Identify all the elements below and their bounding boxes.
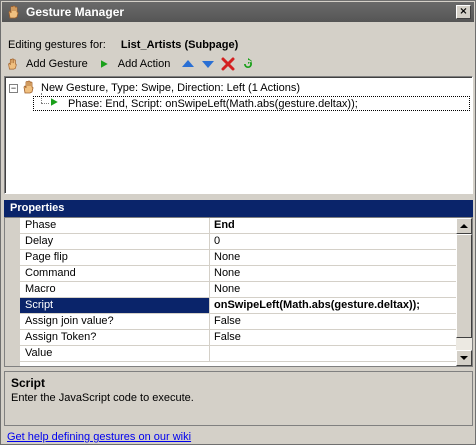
add-action-button[interactable]: Add Action bbox=[98, 56, 171, 72]
chevron-down-icon bbox=[460, 356, 468, 360]
property-value[interactable]: None bbox=[210, 266, 457, 281]
property-row-delay[interactable]: Delay 0 bbox=[20, 234, 457, 250]
property-name: Delay bbox=[20, 234, 210, 249]
property-row-assign-token[interactable]: Assign Token? False bbox=[20, 330, 457, 346]
add-action-label: Add Action bbox=[117, 58, 171, 70]
property-name: Assign join value? bbox=[20, 314, 210, 329]
property-name: Phase bbox=[20, 218, 210, 233]
add-gesture-label: Add Gesture bbox=[26, 58, 88, 70]
property-name: Command bbox=[20, 266, 210, 281]
title-bar[interactable]: Gesture Manager × bbox=[2, 2, 474, 22]
property-name: Macro bbox=[20, 282, 210, 297]
properties-header: Properties bbox=[4, 200, 473, 217]
delete-icon[interactable] bbox=[220, 56, 236, 72]
property-row-command[interactable]: Command None bbox=[20, 266, 457, 282]
property-value[interactable]: None bbox=[210, 250, 457, 265]
property-name: Script bbox=[20, 298, 210, 313]
window-title: Gesture Manager bbox=[26, 5, 125, 19]
property-row-page-flip[interactable]: Page flip None bbox=[20, 250, 457, 266]
property-name: Assign Token? bbox=[20, 330, 210, 345]
property-value[interactable]: False bbox=[210, 314, 457, 329]
gesture-node-label: New Gesture, Type: Swipe, Direction: Lef… bbox=[41, 82, 301, 94]
chevron-up-icon bbox=[460, 224, 468, 228]
hand-icon bbox=[6, 5, 20, 19]
play-icon bbox=[48, 96, 64, 112]
description-text: Enter the JavaScript code to execute. bbox=[11, 392, 194, 404]
property-value[interactable]: None bbox=[210, 282, 457, 297]
scroll-up-button[interactable] bbox=[456, 218, 472, 234]
property-value[interactable]: 0 bbox=[210, 234, 457, 249]
property-value[interactable] bbox=[210, 346, 457, 361]
refresh-icon[interactable] bbox=[240, 56, 256, 72]
description-title: Script bbox=[11, 376, 46, 390]
move-up-icon[interactable] bbox=[180, 56, 196, 72]
tree-action-node[interactable]: Phase: End, Script: onSwipeLeft(Math.abs… bbox=[33, 96, 470, 111]
editing-label: Editing gestures for: bbox=[8, 39, 106, 51]
property-value[interactable]: onSwipeLeft(Math.abs(gesture.deltax)); bbox=[210, 298, 457, 313]
editing-row: Editing gestures for: List_Artists (Subp… bbox=[8, 39, 238, 53]
grid-scrollbar[interactable] bbox=[456, 218, 472, 366]
toolbar: Add Gesture Add Action bbox=[6, 55, 260, 73]
collapse-icon[interactable]: − bbox=[9, 83, 18, 93]
property-value[interactable]: End bbox=[210, 218, 457, 233]
property-row-phase[interactable]: Phase End bbox=[20, 218, 457, 234]
add-gesture-button[interactable]: Add Gesture bbox=[6, 56, 88, 72]
play-icon bbox=[98, 56, 114, 72]
hand-icon bbox=[21, 80, 37, 96]
grid-gutter bbox=[5, 218, 20, 366]
property-value[interactable]: False bbox=[210, 330, 457, 345]
property-name: Page flip bbox=[20, 250, 210, 265]
hand-icon bbox=[6, 56, 22, 72]
description-panel: Script Enter the JavaScript code to exec… bbox=[4, 371, 473, 426]
property-row-assign-join-value[interactable]: Assign join value? False bbox=[20, 314, 457, 330]
editing-target: List_Artists (Subpage) bbox=[120, 39, 239, 51]
property-row-script[interactable]: Script onSwipeLeft(Math.abs(gesture.delt… bbox=[20, 298, 457, 314]
scroll-down-button[interactable] bbox=[456, 350, 472, 366]
gesture-tree[interactable]: − New Gesture, Type: Swipe, Direction: L… bbox=[4, 76, 473, 194]
gesture-manager-window: Gesture Manager × Editing gestures for: … bbox=[0, 0, 476, 445]
close-icon[interactable]: × bbox=[456, 5, 471, 19]
scroll-thumb[interactable] bbox=[456, 234, 472, 338]
action-node-label: Phase: End, Script: onSwipeLeft(Math.abs… bbox=[68, 97, 358, 110]
properties-grid[interactable]: Phase End Delay 0 Page flip None Command… bbox=[4, 217, 473, 367]
help-link[interactable]: Get help defining gestures on our wiki bbox=[7, 431, 191, 443]
property-row-value[interactable]: Value bbox=[20, 346, 457, 362]
move-down-icon[interactable] bbox=[200, 56, 216, 72]
property-row-macro[interactable]: Macro None bbox=[20, 282, 457, 298]
tree-gesture-node[interactable]: − New Gesture, Type: Swipe, Direction: L… bbox=[9, 80, 301, 96]
property-name: Value bbox=[20, 346, 210, 361]
